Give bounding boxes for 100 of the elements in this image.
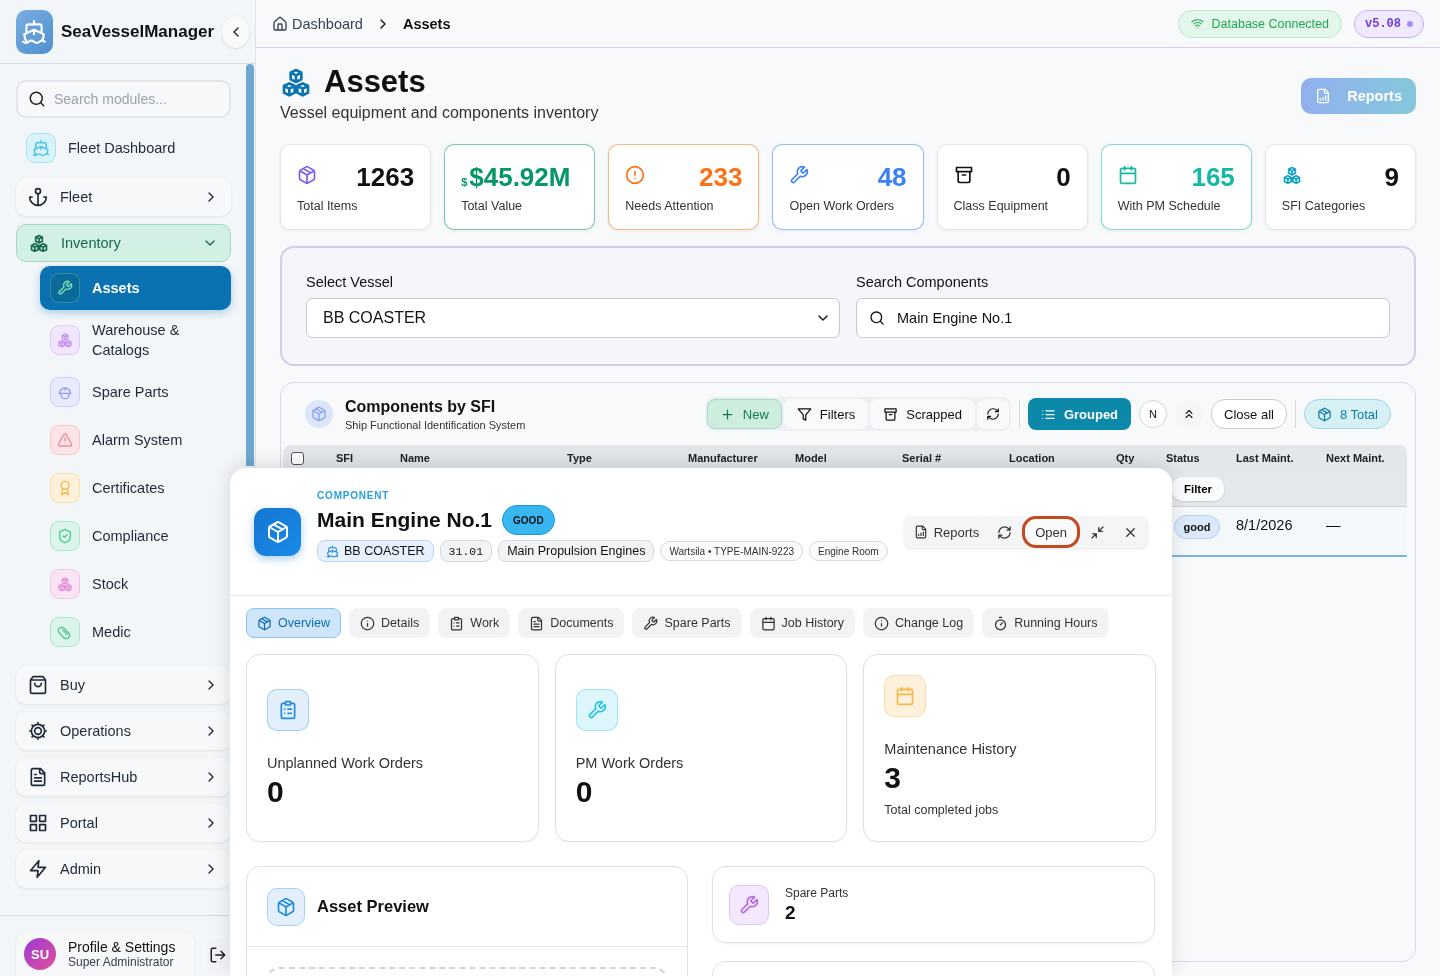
nav-group[interactable]: Admin	[16, 850, 231, 888]
nav-item[interactable]: Certificates	[40, 466, 231, 510]
tab[interactable]: Details	[349, 608, 431, 638]
wrench-icon	[643, 615, 659, 631]
tag: BB COASTER	[317, 540, 434, 562]
tab[interactable]: Work	[438, 608, 511, 638]
card-value: 2	[785, 901, 797, 924]
cubes-icon	[57, 576, 73, 592]
page-subtitle: Vessel equipment and components inventory	[280, 104, 599, 122]
calendar-icon	[1117, 165, 1138, 185]
metric-note: Total completed jobs	[884, 803, 1000, 817]
filter-icon	[796, 406, 812, 422]
cube-icon	[297, 165, 317, 185]
stat-value: 9	[1384, 161, 1399, 193]
vessel-select[interactable]: BB COASTER	[306, 298, 840, 338]
nav-group[interactable]: Fleet	[16, 178, 231, 216]
toolbar-button[interactable]: N	[1139, 400, 1168, 428]
search-icon	[869, 310, 885, 326]
tab[interactable]: Spare Parts	[632, 608, 742, 638]
nav-link[interactable]: Fleet Dashboard	[16, 130, 231, 166]
stat-label: Class Equipment	[953, 199, 1050, 213]
breadcrumb[interactable]: Dashboard	[272, 15, 363, 32]
nav-group[interactable]: Operations	[16, 712, 231, 750]
tab[interactable]: Change Log	[863, 608, 975, 638]
metric-value: 3	[884, 761, 902, 795]
wrench-icon	[57, 280, 73, 296]
icon-button[interactable]	[976, 399, 1009, 429]
nav-item[interactable]: Stock	[40, 562, 231, 606]
nav-item[interactable]: Compliance	[40, 514, 231, 558]
tab[interactable]: Overview	[246, 608, 342, 638]
search-field[interactable]: Search modules...	[16, 80, 231, 118]
stat-label: Needs Attention	[625, 199, 715, 213]
bag-icon	[28, 675, 48, 695]
toolbar-button[interactable]: Filters	[783, 399, 869, 429]
archive-icon	[883, 406, 899, 422]
nav-group[interactable]: Buy	[16, 666, 231, 704]
cube-icon	[265, 520, 290, 544]
card-label: Spare Parts	[785, 885, 849, 900]
toolbar-button[interactable]: Close all	[1211, 399, 1287, 429]
stat-value: 233	[699, 161, 743, 193]
column-header: Name	[400, 452, 431, 464]
stat-value: 48	[877, 161, 907, 193]
column-header: Status	[1166, 452, 1201, 464]
chart-document-icon	[913, 525, 928, 539]
field-label: Select Vessel	[306, 274, 395, 290]
scrollbar[interactable]	[246, 64, 254, 466]
tag: Engine Room	[809, 541, 888, 561]
cube-icon	[1316, 406, 1332, 422]
filter-chip[interactable]: Filter	[1172, 476, 1224, 501]
info-icon	[874, 615, 890, 631]
ship-icon	[21, 18, 48, 45]
nav-group[interactable]: Inventory	[16, 224, 231, 262]
nav-item[interactable]: Medic	[40, 610, 231, 654]
cubes-icon	[280, 66, 312, 98]
refresh-icon	[997, 524, 1013, 540]
search-icon	[28, 90, 46, 108]
cubes-icon	[57, 332, 73, 348]
clipboard-icon	[449, 615, 465, 631]
checkbox[interactable]	[291, 451, 304, 465]
table-cell-text: —	[1325, 516, 1342, 533]
alert-icon	[625, 165, 646, 185]
toggle-button[interactable]: Grouped	[1027, 398, 1132, 430]
cube-icon	[311, 406, 327, 422]
clipboard-icon	[278, 700, 298, 720]
timer-icon	[993, 615, 1009, 631]
panel-title: Main Engine No.1	[317, 508, 493, 532]
profile-button[interactable]: SU Profile & Settings Super Administrator	[16, 932, 194, 976]
open-button[interactable]: Open	[1022, 516, 1080, 548]
nav-group[interactable]: Portal	[16, 804, 231, 842]
tab[interactable]: Running Hours	[982, 608, 1109, 638]
nav-group[interactable]: ReportsHub	[16, 758, 231, 796]
shield-icon	[57, 528, 73, 544]
cube-icon	[257, 615, 272, 631]
nav-item[interactable]: Warehouse & Catalogs	[40, 314, 231, 366]
total-badge[interactable]: 8 Total	[1303, 399, 1391, 429]
cubes-icon	[1281, 165, 1302, 185]
stat-value: 1263	[356, 161, 415, 193]
pill-icon	[57, 624, 73, 640]
stat-label: Total Value	[461, 199, 524, 213]
nav-item[interactable]: Spare Parts	[40, 370, 231, 414]
collapse-button[interactable]	[222, 15, 249, 48]
search-field[interactable]: Main Engine No.1	[856, 298, 1390, 338]
breadcrumb[interactable]: Assets	[402, 15, 451, 32]
grid-icon	[28, 813, 48, 833]
section-title: Components by SFI	[345, 397, 497, 416]
cubes-icon	[29, 233, 49, 253]
stat-value: 165	[1191, 161, 1235, 193]
version-badge: v5.08	[1354, 9, 1424, 38]
page-title: Assets	[324, 64, 426, 100]
toolbar-button[interactable]: New	[706, 399, 782, 429]
nav-item[interactable]: Alarm System	[40, 418, 231, 462]
gear-icon	[28, 721, 48, 741]
column-header: Serial #	[902, 452, 943, 464]
nav-item[interactable]: Assets	[40, 266, 231, 310]
panel-kicker: COMPONENT	[317, 490, 391, 501]
tab[interactable]: Documents	[518, 608, 625, 638]
toolbar-button[interactable]: Scrapped	[870, 399, 975, 429]
tab[interactable]: Job History	[749, 608, 856, 638]
cube-icon	[276, 896, 296, 917]
currency-symbol: $	[461, 175, 468, 188]
